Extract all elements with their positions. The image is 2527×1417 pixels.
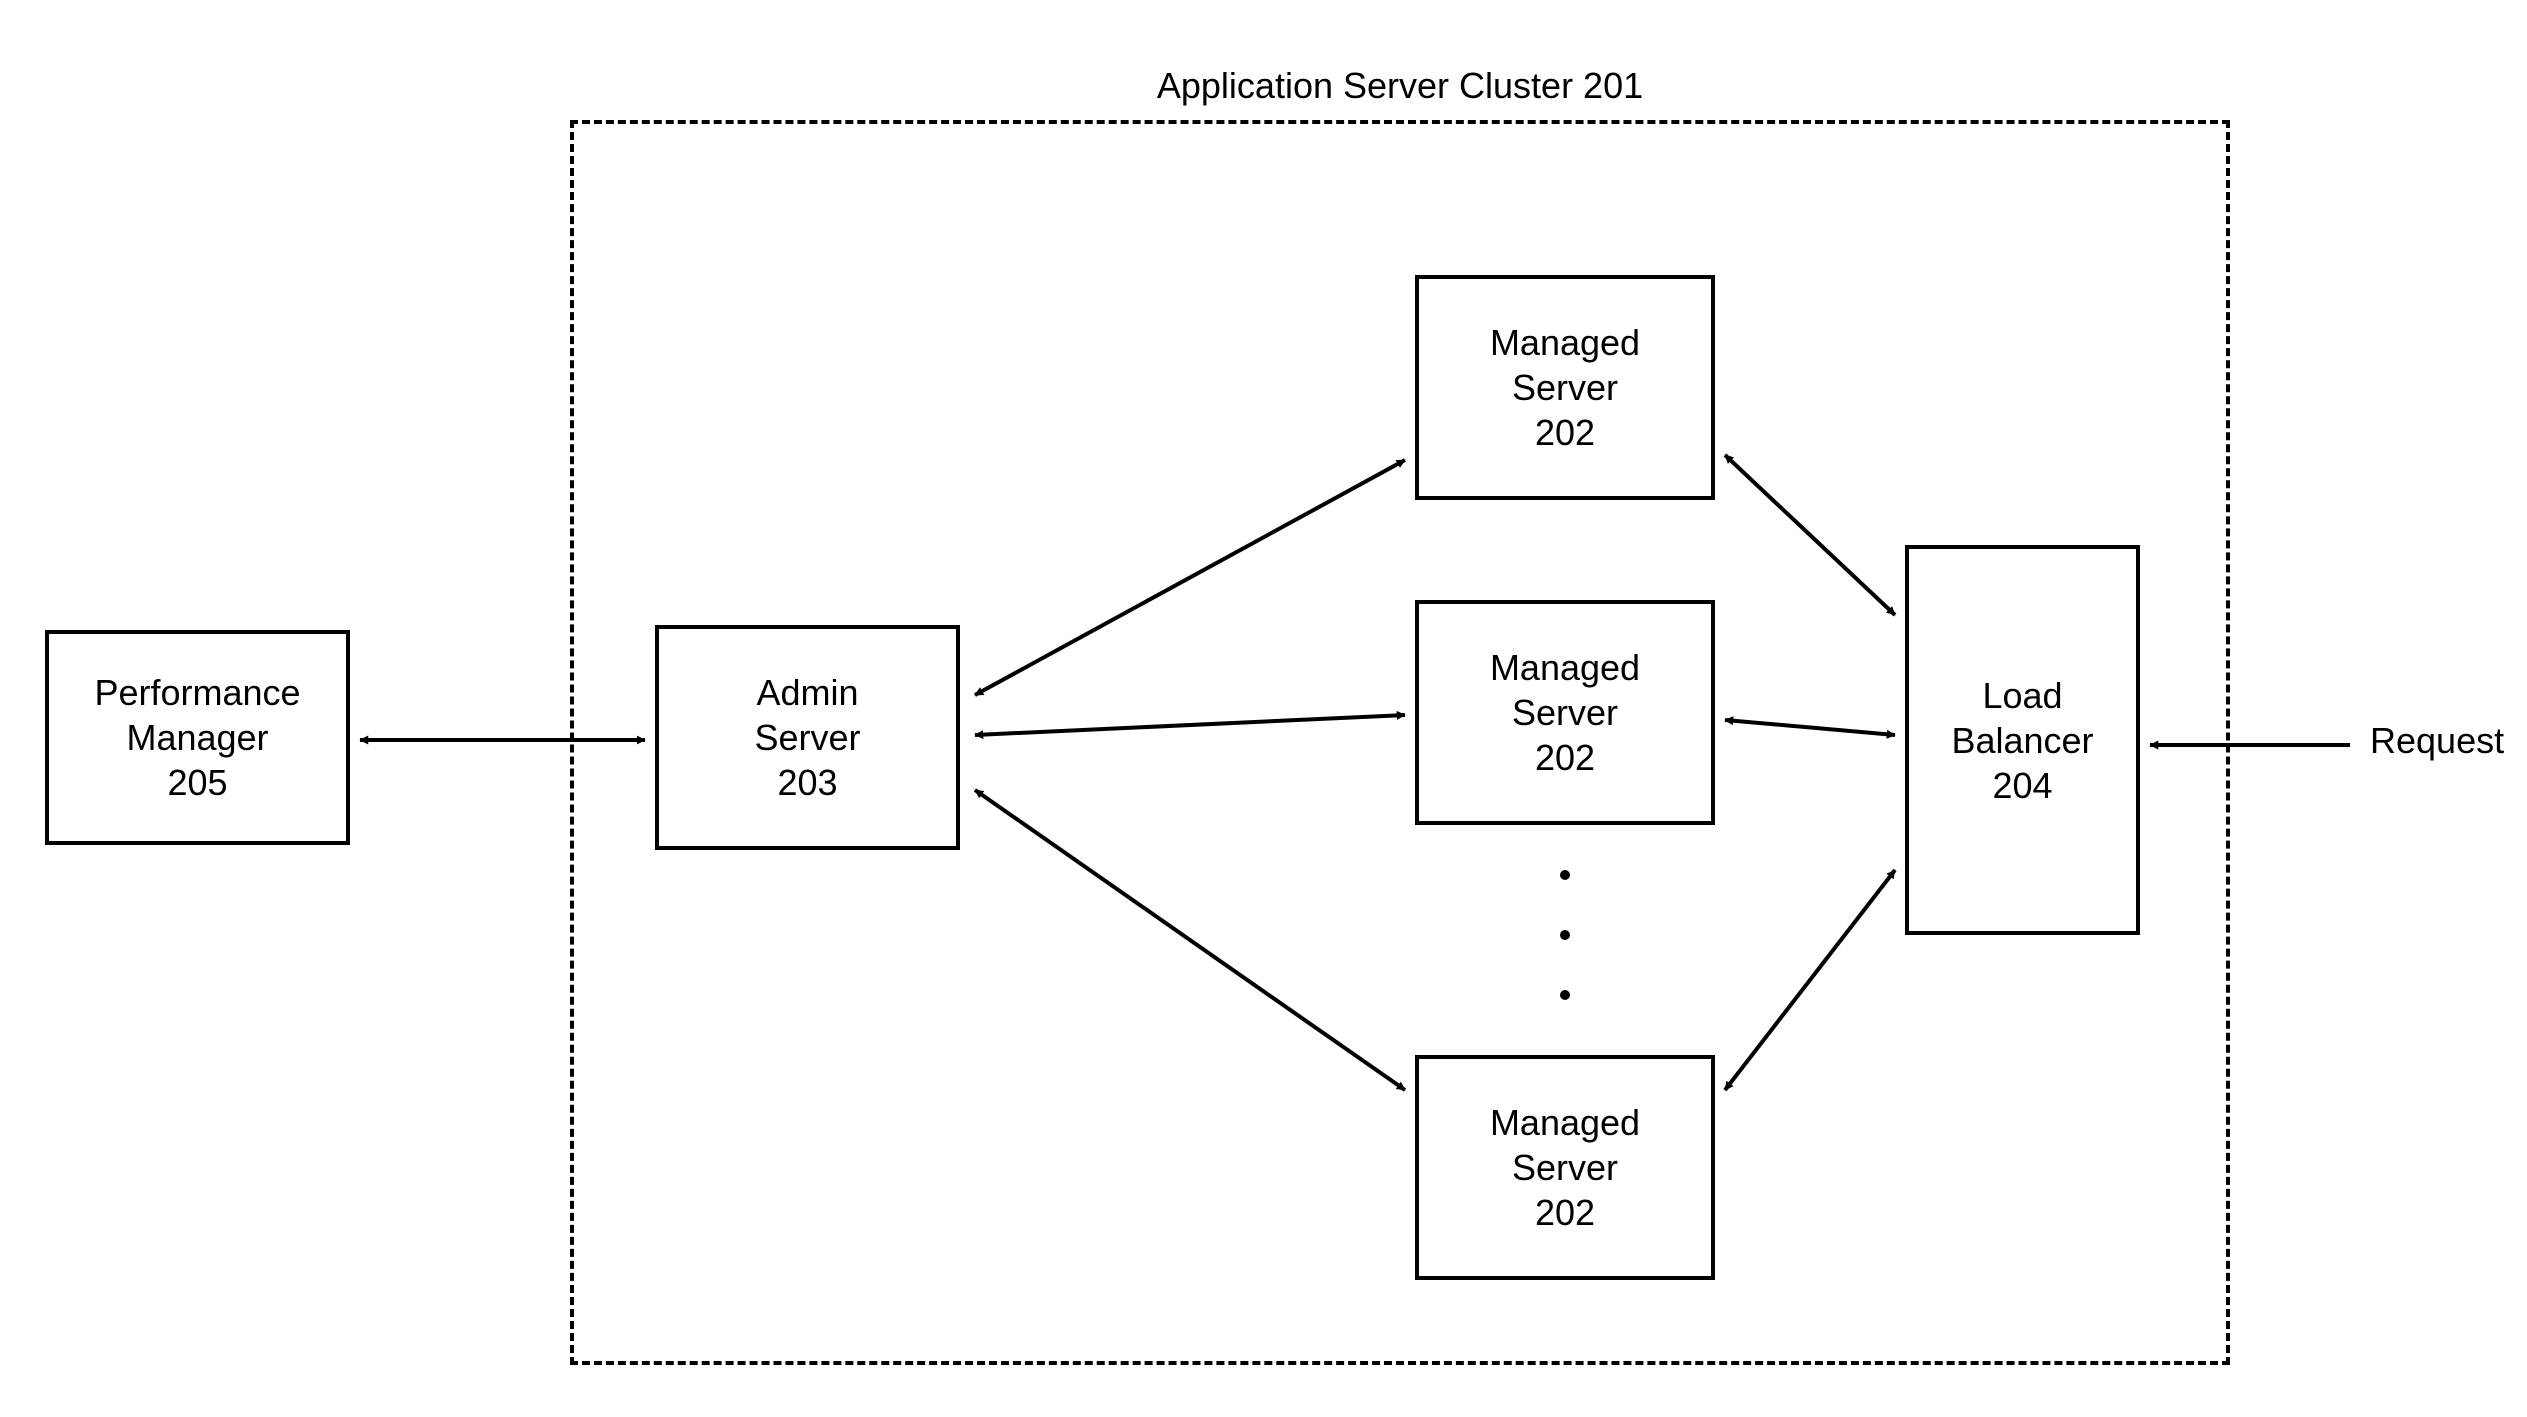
edge-ms3-lb — [1725, 870, 1895, 1090]
edge-admin-ms1 — [975, 460, 1405, 695]
edge-admin-ms3 — [975, 790, 1405, 1090]
connectors — [0, 0, 2527, 1417]
edge-ms1-lb — [1725, 455, 1895, 615]
diagram-stage: Application Server Cluster 201 Performan… — [0, 0, 2527, 1417]
edge-ms2-lb — [1725, 720, 1895, 735]
edge-admin-ms2 — [975, 715, 1405, 735]
